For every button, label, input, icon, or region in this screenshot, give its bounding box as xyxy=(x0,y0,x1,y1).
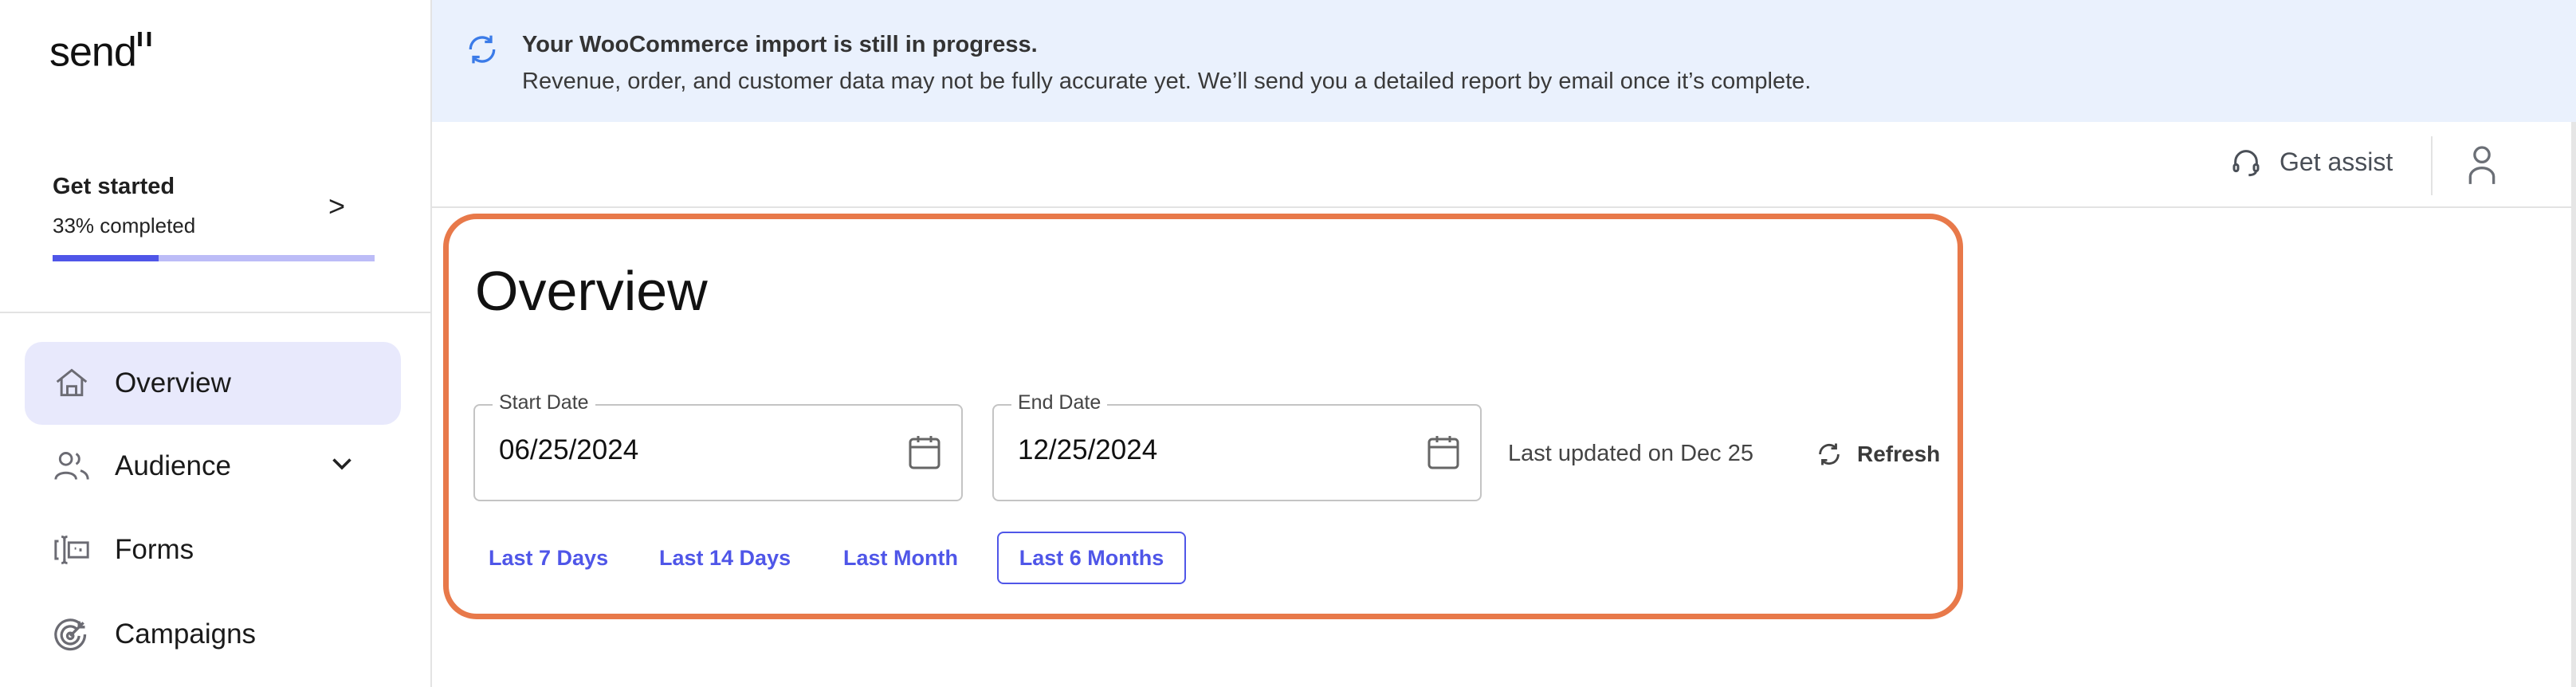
sidebar-item-audience[interactable]: Audience xyxy=(25,425,401,508)
calendar-icon[interactable] xyxy=(1427,434,1459,469)
banner-message: Revenue, order, and customer data may no… xyxy=(522,69,1812,94)
sidebar-item-label: Overview xyxy=(115,367,231,398)
headset-icon xyxy=(2232,150,2260,177)
get-started-progress-bar xyxy=(53,255,375,261)
form-icon xyxy=(54,536,89,564)
last-updated-text: Last updated on Dec 25 xyxy=(1508,441,1753,466)
end-date-label: End Date xyxy=(1011,391,1108,414)
header-divider xyxy=(2431,136,2433,195)
import-progress-banner: Your WooCommerce import is still in prog… xyxy=(432,0,2576,122)
sidebar-item-campaigns[interactable]: Campaigns xyxy=(25,593,401,676)
range-last-month[interactable]: Last Month xyxy=(827,532,974,584)
range-last-7-days[interactable]: Last 7 Days xyxy=(473,532,624,584)
start-date-field[interactable]: Start Date 06/25/2024 xyxy=(473,391,963,501)
top-header: Get assist xyxy=(432,122,2576,208)
banner-title: Your WooCommerce import is still in prog… xyxy=(522,32,1038,57)
refresh-button[interactable]: Refresh xyxy=(1816,441,1940,468)
get-started-progress-text: 33% completed xyxy=(53,214,196,238)
user-icon[interactable] xyxy=(2464,144,2499,186)
sidebar-item-overview[interactable]: Overview xyxy=(25,342,401,425)
progress-fill xyxy=(53,255,159,261)
sync-icon xyxy=(469,35,496,64)
sidebar-item-forms[interactable]: Forms xyxy=(25,508,401,591)
get-started-title: Get started xyxy=(53,174,175,199)
refresh-icon xyxy=(1819,443,1840,465)
home-icon xyxy=(56,368,88,397)
end-date-value: 12/25/2024 xyxy=(1018,434,1158,465)
start-date-label: Start Date xyxy=(493,391,595,414)
sidebar-item-label: Audience xyxy=(115,450,231,481)
scrollbar[interactable] xyxy=(2571,122,2576,687)
get-assist-button[interactable]: Get assist xyxy=(2230,146,2393,178)
sidebar: sendıı Get started 33% completed > Overv… xyxy=(0,0,432,687)
range-last-14-days[interactable]: Last 14 Days xyxy=(643,532,807,584)
refresh-label: Refresh xyxy=(1857,442,1941,466)
end-date-field[interactable]: End Date 12/25/2024 xyxy=(992,391,1482,501)
chevron-down-icon[interactable] xyxy=(328,449,356,477)
start-date-value: 06/25/2024 xyxy=(499,434,639,465)
range-last-6-months[interactable]: Last 6 Months xyxy=(997,532,1186,584)
send-logo[interactable]: sendıı xyxy=(49,22,155,76)
sidebar-item-label: Forms xyxy=(115,534,194,565)
page-title: Overview xyxy=(475,260,708,322)
get-assist-label: Get assist xyxy=(2280,147,2393,176)
sidebar-item-label: Campaigns xyxy=(115,618,257,650)
divider xyxy=(0,312,430,313)
calendar-icon[interactable] xyxy=(909,434,940,469)
overview-section: Overview Start Date 06/25/2024 End Date … xyxy=(443,214,1963,619)
target-icon xyxy=(54,618,87,651)
chevron-right-icon[interactable]: > xyxy=(328,190,345,223)
users-icon xyxy=(54,452,89,480)
